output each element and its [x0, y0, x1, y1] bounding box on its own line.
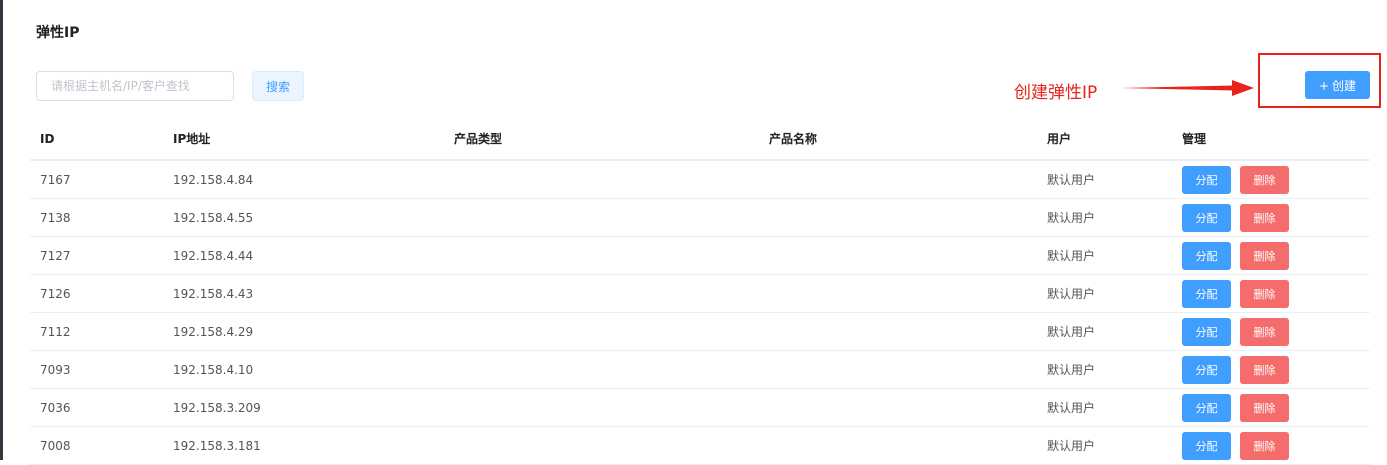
delete-button[interactable]: 删除	[1240, 203, 1289, 232]
assign-button[interactable]: 分配	[1182, 279, 1231, 308]
ip-table: ID IP地址 产品类型 产品名称 用户 管理 7167 192.158.4.84…	[30, 118, 1370, 465]
table-row: 7126 192.158.4.43 默认用户 分配 删除	[30, 274, 1370, 313]
table-header-row: ID IP地址 产品类型 产品名称 用户 管理	[30, 118, 1370, 161]
delete-button[interactable]: 删除	[1240, 165, 1289, 194]
cell-id: 7093	[30, 350, 163, 389]
header-product-name: 产品名称	[759, 118, 1027, 161]
cell-id: 7138	[30, 198, 163, 237]
delete-button[interactable]: 删除	[1240, 431, 1289, 460]
create-button[interactable]: + 创建	[1305, 71, 1370, 99]
table-row: 7093 192.158.4.10 默认用户 分配 删除	[30, 350, 1370, 389]
cell-manage: 分配 删除	[1170, 274, 1370, 313]
cell-user: 默认用户	[1027, 160, 1170, 199]
assign-button[interactable]: 分配	[1182, 317, 1231, 346]
table-row: 7008 192.158.3.181 默认用户 分配 删除	[30, 426, 1370, 465]
cell-product-name	[759, 388, 1027, 427]
delete-button[interactable]: 删除	[1240, 241, 1289, 270]
cell-product-type	[444, 198, 759, 237]
assign-button[interactable]: 分配	[1182, 355, 1231, 384]
table-row: 7036 192.158.3.209 默认用户 分配 删除	[30, 388, 1370, 427]
cell-id: 7008	[30, 426, 163, 465]
table-body: 7167 192.158.4.84 默认用户 分配 删除 7138 192.158.4.55…	[30, 160, 1370, 465]
window-left-edge	[0, 0, 3, 460]
assign-button[interactable]: 分配	[1182, 431, 1231, 460]
header-ip: IP地址	[163, 118, 444, 161]
assign-button[interactable]: 分配	[1182, 203, 1231, 232]
delete-button[interactable]: 删除	[1240, 317, 1289, 346]
cell-ip: 192.158.4.44	[163, 236, 444, 275]
assign-button[interactable]: 分配	[1182, 165, 1231, 194]
header-product-type: 产品类型	[444, 118, 759, 161]
cell-id: 7127	[30, 236, 163, 275]
cell-user: 默认用户	[1027, 198, 1170, 237]
cell-product-name	[759, 312, 1027, 351]
cell-ip: 192.158.3.181	[163, 426, 444, 465]
search-button[interactable]: 搜索	[252, 71, 304, 101]
cell-product-name	[759, 198, 1027, 237]
header-manage: 管理	[1170, 118, 1370, 161]
cell-ip: 192.158.4.55	[163, 198, 444, 237]
delete-button[interactable]: 删除	[1240, 355, 1289, 384]
cell-id: 7036	[30, 388, 163, 427]
cell-product-name	[759, 160, 1027, 199]
cell-manage: 分配 删除	[1170, 388, 1370, 427]
assign-button[interactable]: 分配	[1182, 393, 1231, 422]
cell-product-type	[444, 312, 759, 351]
cell-user: 默认用户	[1027, 426, 1170, 465]
cell-manage: 分配 删除	[1170, 312, 1370, 351]
cell-product-type	[444, 388, 759, 427]
cell-ip: 192.158.4.43	[163, 274, 444, 313]
header-id: ID	[30, 118, 163, 161]
cell-id: 7167	[30, 160, 163, 199]
cell-manage: 分配 删除	[1170, 236, 1370, 275]
cell-product-type	[444, 160, 759, 199]
cell-manage: 分配 删除	[1170, 426, 1370, 465]
cell-user: 默认用户	[1027, 236, 1170, 275]
cell-product-type	[444, 350, 759, 389]
table-row: 7138 192.158.4.55 默认用户 分配 删除	[30, 198, 1370, 237]
delete-button[interactable]: 删除	[1240, 279, 1289, 308]
cell-ip: 192.158.3.209	[163, 388, 444, 427]
assign-button[interactable]: 分配	[1182, 241, 1231, 270]
header-user: 用户	[1027, 118, 1170, 161]
table-row: 7112 192.158.4.29 默认用户 分配 删除	[30, 312, 1370, 351]
cell-user: 默认用户	[1027, 350, 1170, 389]
cell-user: 默认用户	[1027, 312, 1170, 351]
cell-ip: 192.158.4.84	[163, 160, 444, 199]
cell-id: 7126	[30, 274, 163, 313]
search-input[interactable]	[36, 71, 234, 101]
cell-ip: 192.158.4.29	[163, 312, 444, 351]
cell-product-name	[759, 350, 1027, 389]
cell-id: 7112	[30, 312, 163, 351]
cell-manage: 分配 删除	[1170, 198, 1370, 237]
create-button-label: 创建	[1332, 78, 1357, 93]
plus-icon: +	[1318, 78, 1330, 93]
annotation-label: 创建弹性IP	[1014, 83, 1098, 103]
cell-manage: 分配 删除	[1170, 160, 1370, 199]
cell-product-type	[444, 426, 759, 465]
cell-user: 默认用户	[1027, 274, 1170, 313]
delete-button[interactable]: 删除	[1240, 393, 1289, 422]
annotation-arrow	[1120, 80, 1254, 96]
table-row: 7127 192.158.4.44 默认用户 分配 删除	[30, 236, 1370, 275]
page-title: 弹性IP	[36, 25, 80, 41]
cell-product-name	[759, 426, 1027, 465]
cell-user: 默认用户	[1027, 388, 1170, 427]
cell-product-type	[444, 236, 759, 275]
cell-ip: 192.158.4.10	[163, 350, 444, 389]
cell-manage: 分配 删除	[1170, 350, 1370, 389]
cell-product-type	[444, 274, 759, 313]
table-row: 7167 192.158.4.84 默认用户 分配 删除	[30, 160, 1370, 199]
cell-product-name	[759, 236, 1027, 275]
cell-product-name	[759, 274, 1027, 313]
